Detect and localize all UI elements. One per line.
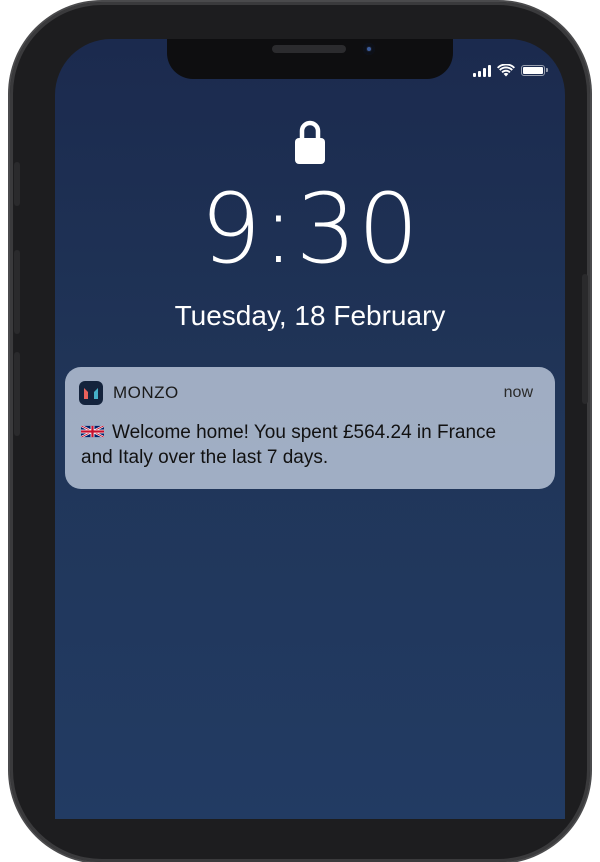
notch	[167, 39, 453, 79]
notification-card[interactable]: MONZO now Welcome home! You spent £564.2…	[65, 367, 555, 489]
earpiece-speaker	[272, 45, 346, 53]
phone-frame: 9:30 Tuesday, 18 February MONZO now Welc…	[10, 2, 590, 862]
lock-icon	[295, 120, 325, 164]
uk-flag-icon	[81, 425, 104, 438]
battery-icon	[521, 65, 548, 76]
power-button	[582, 274, 588, 404]
lock-screen: 9:30 Tuesday, 18 February MONZO now Welc…	[55, 39, 565, 819]
front-camera	[363, 43, 375, 55]
notification-message: Welcome home! You spent £564.24 in Franc…	[81, 422, 497, 468]
notification-message-container: Welcome home! You spent £564.24 in Franc…	[81, 420, 511, 470]
wifi-icon	[497, 64, 515, 77]
status-bar-icons	[473, 64, 548, 77]
lock-screen-date: Tuesday, 18 February	[174, 300, 446, 331]
monzo-logo-icon	[79, 381, 103, 405]
volume-down-button	[14, 352, 20, 436]
volume-up-button	[14, 250, 20, 334]
cellular-signal-icon	[473, 64, 491, 77]
notification-time: now	[503, 384, 533, 401]
clock-time: 9:30	[200, 173, 420, 285]
notification-app-name: MONZO	[113, 383, 179, 402]
mute-switch	[14, 162, 20, 206]
